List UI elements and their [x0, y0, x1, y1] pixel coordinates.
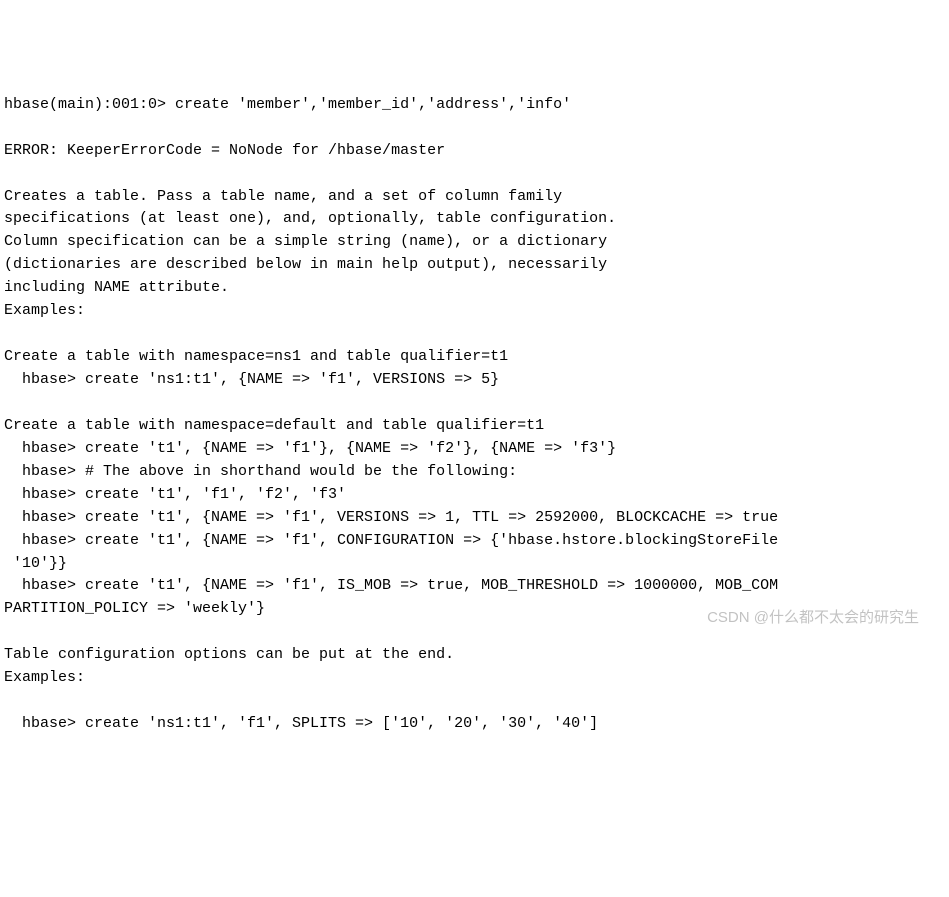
terminal-line: specifications (at least one), and, opti…: [4, 210, 616, 227]
terminal-line: hbase(main):001:0> create 'member','memb…: [4, 96, 571, 113]
terminal-line: hbase> # The above in shorthand would be…: [4, 463, 517, 480]
terminal-line: Create a table with namespace=ns1 and ta…: [4, 348, 508, 365]
terminal-line: hbase> create 't1', {NAME => 'f1'}, {NAM…: [4, 440, 616, 457]
terminal-line: Creates a table. Pass a table name, and …: [4, 188, 562, 205]
terminal-line: hbase> create 't1', {NAME => 'f1', VERSI…: [4, 509, 778, 526]
terminal-line: hbase> create 'ns1:t1', 'f1', SPLITS => …: [4, 715, 598, 732]
terminal-line: hbase> create 't1', {NAME => 'f1', IS_MO…: [4, 577, 778, 594]
terminal-line: Table configuration options can be put a…: [4, 646, 454, 663]
terminal-line: Column specification can be a simple str…: [4, 233, 607, 250]
terminal-line: hbase> create 't1', 'f1', 'f2', 'f3': [4, 486, 346, 503]
terminal-line: Examples:: [4, 302, 85, 319]
terminal-line: PARTITION_POLICY => 'weekly'}: [4, 600, 265, 617]
terminal-line: (dictionaries are described below in mai…: [4, 256, 607, 273]
terminal-line: hbase> create 't1', {NAME => 'f1', CONFI…: [4, 532, 778, 549]
terminal-line: hbase> create 'ns1:t1', {NAME => 'f1', V…: [4, 371, 499, 388]
terminal-line: '10'}}: [4, 555, 67, 572]
terminal-line: Examples:: [4, 669, 85, 686]
terminal-line: including NAME attribute.: [4, 279, 229, 296]
terminal-line: ERROR: KeeperErrorCode = NoNode for /hba…: [4, 142, 445, 159]
terminal-line: Create a table with namespace=default an…: [4, 417, 544, 434]
